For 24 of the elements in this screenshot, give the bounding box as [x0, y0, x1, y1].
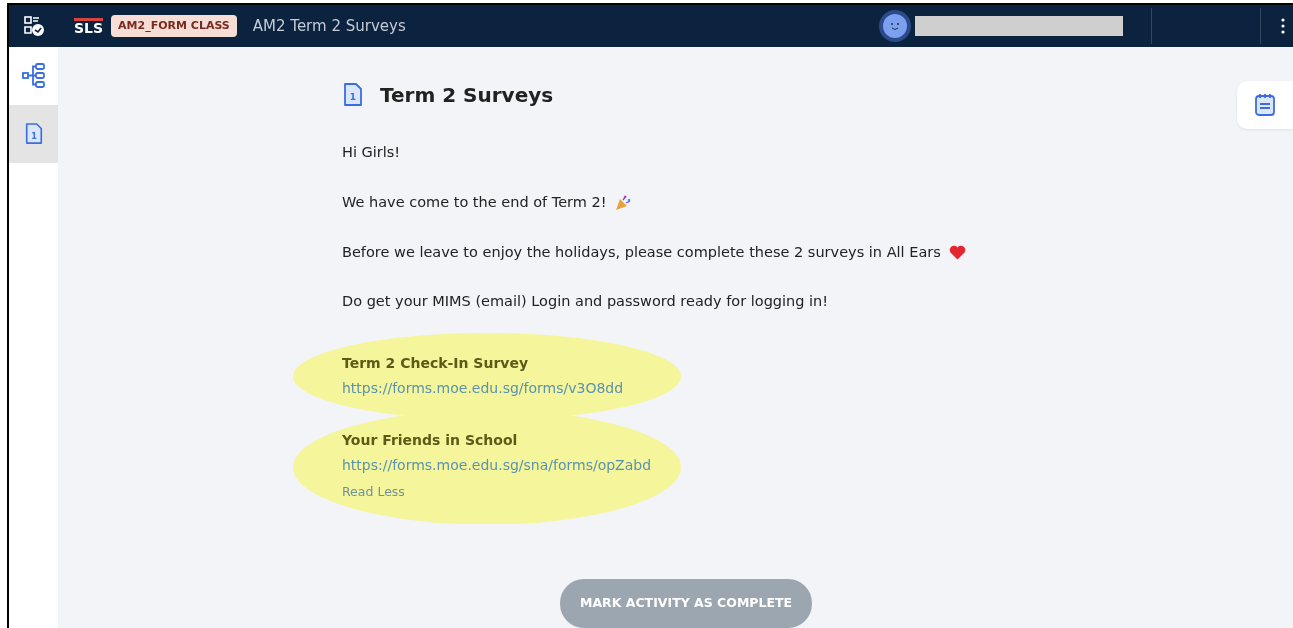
page-title: AM2 Term 2 Surveys [252, 15, 406, 37]
class-tag: AM2_FORM CLASS [111, 14, 237, 38]
paragraph-text: We have come to the end of Term 2! [342, 192, 607, 212]
page-icon: 1 [23, 122, 44, 146]
paragraph-text: Do get your MIMS (email) Login and password ready for logging in! [342, 292, 829, 312]
activity-title: Term 2 Surveys [380, 83, 554, 107]
read-less-link[interactable]: Read Less [342, 483, 405, 499]
survey-link[interactable]: https://forms.moe.edu.sg/sna/forms/opZabd [342, 456, 652, 473]
mark-complete-button[interactable]: MARK ACTIVITY AS COMPLETE [560, 579, 813, 628]
survey-name: Your Friends in School [342, 430, 519, 450]
heart-icon [948, 244, 966, 260]
more-menu-icon[interactable] [1281, 17, 1285, 35]
paragraph-text: Hi Girls! [342, 143, 401, 162]
avatar-icon[interactable] [879, 10, 911, 42]
sidebar-item[interactable]: 1 [9, 105, 58, 163]
party-popper-icon [614, 194, 632, 212]
page-icon: 1 [342, 82, 364, 108]
notes-button[interactable] [1237, 81, 1293, 129]
paragraph-text: Before we leave to enjoy the holidays, please complete these 2 surveys in All Ears [342, 242, 941, 262]
notepad-icon [1254, 93, 1276, 117]
sls-logo[interactable]: SLS [74, 17, 104, 35]
outline-icon [21, 62, 46, 90]
survey-name: Term 2 Check-In Survey [342, 354, 530, 373]
survey-link[interactable]: https://forms.moe.edu.sg/forms/v3O8dd [342, 380, 624, 396]
